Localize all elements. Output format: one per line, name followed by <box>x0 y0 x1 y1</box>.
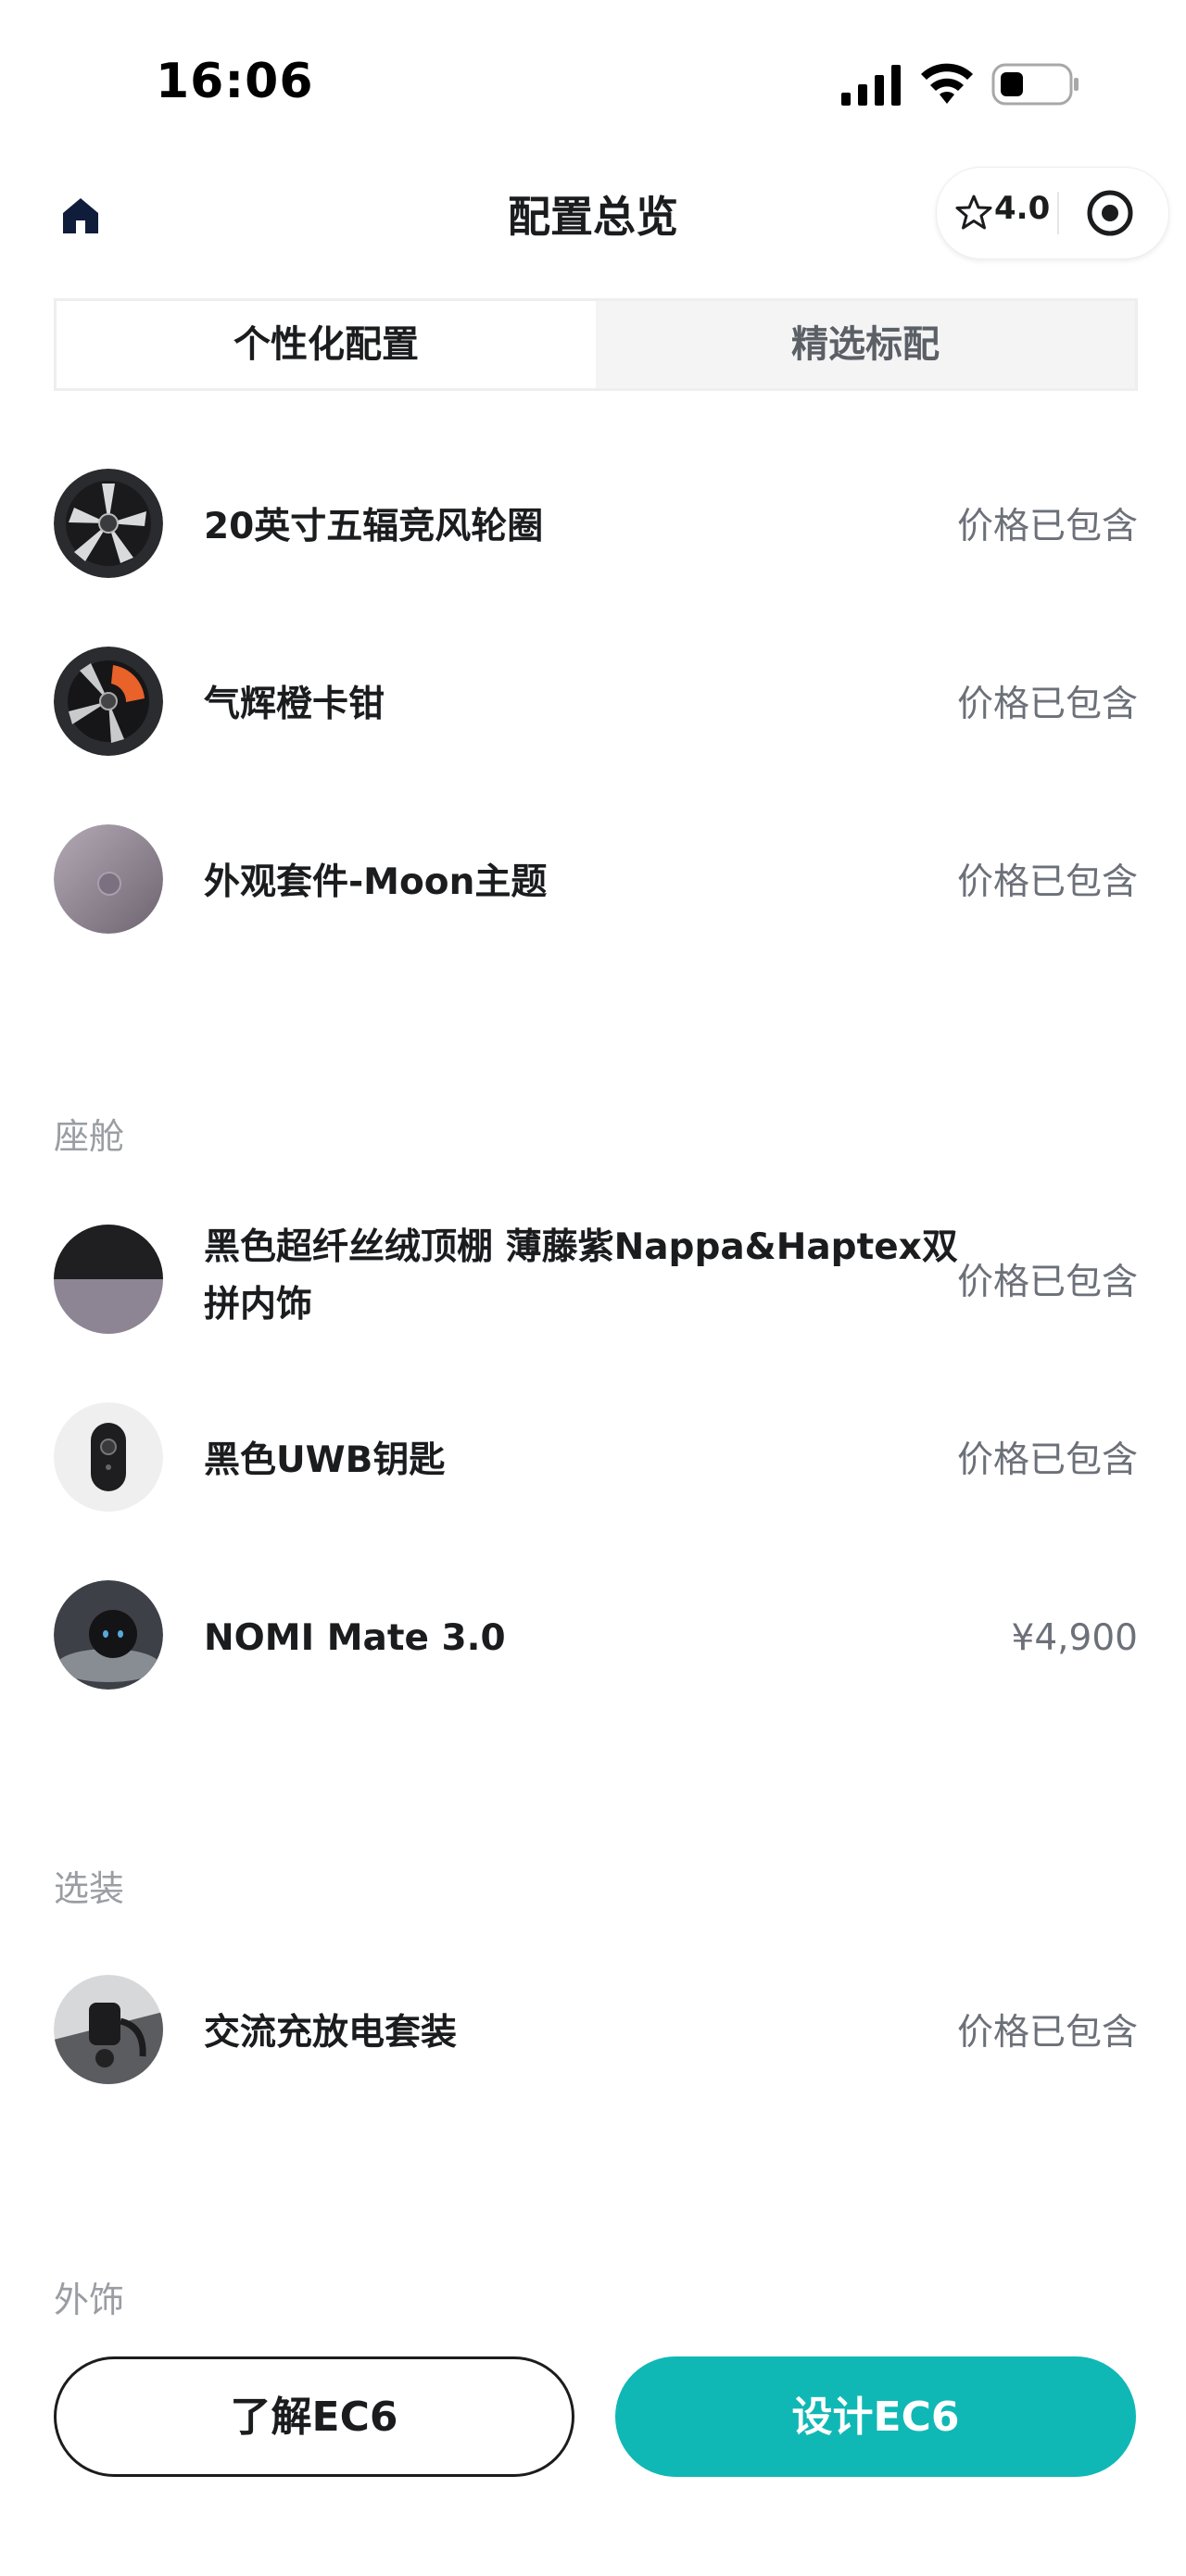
nomi-thumb <box>54 1580 163 1690</box>
list-item[interactable]: 气辉橙卡钳 价格已包含 <box>54 647 1138 758</box>
cellular-signal-icon <box>841 65 901 106</box>
option-name: 外观套件-Moon主题 <box>204 861 548 903</box>
config-tabs: 个性化配置 精选标配 <box>54 298 1138 391</box>
capsule-divider <box>1057 192 1059 234</box>
list-item[interactable]: 黑色UWB钥匙 价格已包含 <box>54 1402 1138 1514</box>
rating-value[interactable]: 4.0 <box>994 190 1050 227</box>
mini-program-capsule: 4.0 <box>936 167 1169 259</box>
list-item[interactable]: 外观套件-Moon主题 价格已包含 <box>54 824 1138 936</box>
nav-bar: 配置总览 4.0 <box>0 167 1186 306</box>
star-icon[interactable] <box>955 194 992 231</box>
list-item[interactable]: 20英寸五辐竞风轮圈 价格已包含 <box>54 469 1138 580</box>
list-item[interactable]: 黑色超纤丝绒顶棚 薄藤紫Nappa&Haptex双拼内饰 价格已包含 <box>54 1225 1138 1336</box>
design-ec6-button[interactable]: 设计EC6 <box>615 2356 1136 2477</box>
interior-thumb <box>54 1225 163 1334</box>
option-name: NOMI Mate 3.0 <box>204 1617 506 1659</box>
option-name: 交流充放电套装 <box>204 2012 458 2054</box>
list-item[interactable]: NOMI Mate 3.0 ¥4,900 <box>54 1580 1138 1691</box>
wheel-thumb <box>54 469 163 578</box>
option-price: 价格已包含 <box>956 506 1138 547</box>
section-title-exterior-trim: 外饰 <box>54 2280 125 2320</box>
option-price: ¥4,900 <box>1011 1617 1138 1659</box>
list-item[interactable]: 交流充放电套装 价格已包含 <box>54 1975 1138 2086</box>
section-title-options: 选装 <box>54 1868 125 1909</box>
page-title: 配置总览 <box>508 192 678 242</box>
caliper-thumb <box>54 647 163 756</box>
option-name: 黑色UWB钥匙 <box>204 1439 446 1481</box>
tab-personalized[interactable]: 个性化配置 <box>57 301 596 388</box>
learn-ec6-button[interactable]: 了解EC6 <box>54 2356 574 2477</box>
option-price: 价格已包含 <box>956 1439 1138 1481</box>
tab-standard[interactable]: 精选标配 <box>596 301 1135 388</box>
option-price: 价格已包含 <box>956 684 1138 725</box>
wifi-icon <box>921 63 973 104</box>
option-price: 价格已包含 <box>956 861 1138 903</box>
option-price: 价格已包含 <box>956 1262 1138 1303</box>
battery-icon <box>991 63 1079 106</box>
option-name: 黑色超纤丝绒顶棚 薄藤紫Nappa&Haptex双拼内饰 <box>204 1226 958 1326</box>
home-icon[interactable] <box>59 195 102 237</box>
option-name: 20英寸五辐竞风轮圈 <box>204 506 544 547</box>
section-title-cabin: 座舱 <box>54 1116 125 1157</box>
status-time: 16:06 <box>156 54 314 109</box>
status-bar: 16:06 <box>0 0 1186 167</box>
key-thumb <box>54 1402 163 1512</box>
target-icon[interactable] <box>1085 188 1135 238</box>
option-name: 气辉橙卡钳 <box>204 684 385 725</box>
charger-thumb <box>54 1975 163 2084</box>
moon-theme-thumb <box>54 824 163 934</box>
option-price: 价格已包含 <box>956 2012 1138 2054</box>
